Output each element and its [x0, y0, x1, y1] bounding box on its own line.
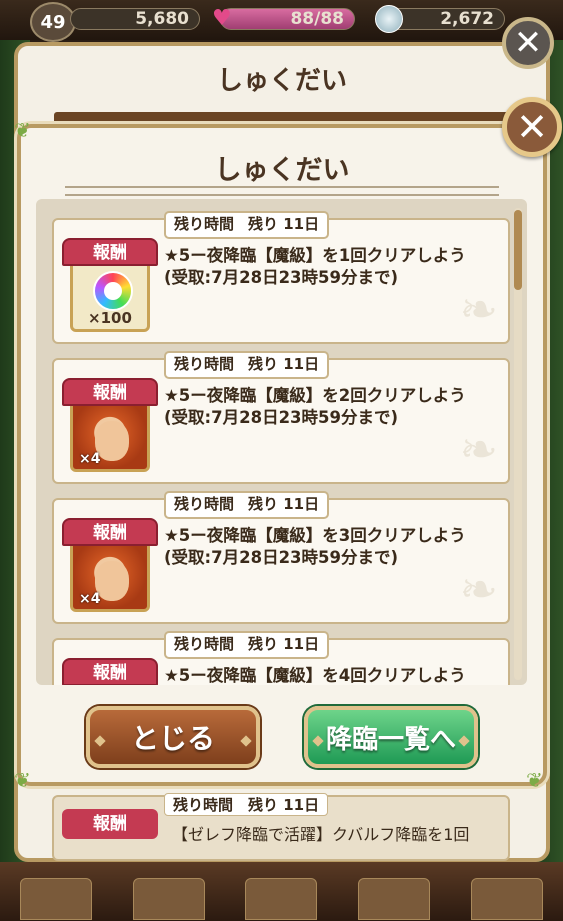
gem-counter: 2,672: [385, 8, 505, 30]
character-icon: ×4: [70, 400, 150, 472]
reward: 報酬: [62, 658, 158, 685]
time-value: 残り 11日: [248, 355, 320, 373]
dialog-title: しゅくだい: [214, 155, 350, 186]
title-divider: [65, 186, 499, 196]
time-value: 残り 11日: [248, 635, 320, 653]
mission-text: ★5ー夜降臨【魔級】を3回クリアしよう: [164, 526, 466, 545]
time-remaining-tag: 残り時間 残り 11日: [164, 351, 330, 379]
scrollbar-thumb[interactable]: [514, 210, 522, 290]
level-badge: 49: [30, 2, 76, 42]
back-time-remaining: 残り時間 残り 11日: [164, 793, 329, 816]
back-mission-item: 報酬 残り時間 残り 11日 【ゼレフ降臨で活躍】クバルフ降臨を1回: [52, 793, 510, 861]
mission-item[interactable]: 残り時間 残り 11日 ★5ー夜降臨【魔級】を2回クリアしよう (受取:7月28日…: [52, 351, 510, 484]
go-button-label: 降臨一覧へ: [325, 724, 456, 755]
close-button[interactable]: とじる: [86, 706, 260, 768]
mission-text: ★5ー夜降臨【魔級】を2回クリアしよう: [164, 386, 466, 405]
leaf-ornament-icon: ❦: [526, 768, 543, 792]
time-label: 残り時間: [174, 495, 235, 513]
reward: ×4 報酬: [62, 378, 158, 474]
time-remaining-tag: 残り時間 残り 11日: [164, 211, 330, 239]
reward: ×100 報酬: [62, 238, 158, 334]
back-reward-label: 報酬: [62, 809, 158, 839]
reward-count: ×4: [79, 451, 101, 467]
leaf-watermark-icon: ❧: [459, 282, 498, 336]
reward-count: ×100: [88, 309, 132, 327]
diamond-ornament-icon: [458, 735, 470, 747]
reward-count: ×4: [79, 591, 101, 607]
character-icon: ×4: [70, 540, 150, 612]
diamond-ornament-icon: [94, 735, 106, 747]
nav-tab[interactable]: [132, 878, 205, 920]
time-value: 残り 11日: [248, 495, 320, 513]
time-label: 残り時間: [174, 355, 235, 373]
nav-tab[interactable]: [358, 878, 431, 920]
diamond-ornament-icon: [240, 735, 252, 747]
time-remaining-tag: 残り時間 残り 11日: [164, 491, 330, 519]
partial-item-clip: 残り時間 残り 11日 ★5ー夜降臨【魔級】を4回クリアしよう 報酬: [36, 630, 514, 685]
time-value: 残り 11日: [248, 215, 320, 233]
reward-label: 報酬: [62, 238, 158, 266]
diamond-ornament-icon: [312, 735, 324, 747]
reward-label: 報酬: [62, 378, 158, 406]
back-close-icon[interactable]: ✕: [502, 17, 554, 69]
gem-icon: [375, 5, 403, 33]
nav-tab[interactable]: [470, 878, 543, 920]
leaf-ornament-icon: ❦: [14, 118, 31, 142]
close-button-label: とじる: [130, 722, 215, 755]
back-mission-text: 【ゼレフ降臨で活躍】クバルフ降臨を1回: [172, 825, 470, 844]
mission-item[interactable]: 残り時間 残り 11日 ★5ー夜降臨【魔級】を4回クリアしよう 報酬: [52, 631, 510, 685]
mission-deadline: (受取:7月28日23時59分まで): [164, 408, 399, 427]
close-icon[interactable]: ✕: [502, 97, 562, 157]
leaf-watermark-icon: ❧: [459, 422, 498, 476]
mission-item[interactable]: 残り時間 残り 11日 ★5ー夜降臨【魔級】を3回クリアしよう (受取:7月28日…: [52, 491, 510, 624]
reward-label: 報酬: [62, 658, 158, 685]
mission-item[interactable]: 残り時間 残り 11日 ★5ー夜降臨【魔級】を1回クリアしよう (受取:7月28日…: [52, 211, 510, 344]
mission-text: ★5ー夜降臨【魔級】を4回クリアしよう: [164, 666, 466, 685]
time-remaining-tag: 残り時間 残り 11日: [164, 631, 330, 659]
go-to-advent-list-button[interactable]: 降臨一覧へ: [304, 706, 478, 768]
mission-deadline: (受取:7月28日23時59分まで): [164, 268, 399, 287]
reward-label: 報酬: [62, 518, 158, 546]
time-label: 残り時間: [174, 215, 235, 233]
time-label: 残り時間: [174, 635, 235, 653]
reward: ×4 報酬: [62, 518, 158, 614]
back-dialog-title: しゅくだい: [216, 66, 347, 96]
orb-icon: ×100: [70, 260, 150, 332]
stamina-bar: 88/88: [220, 8, 355, 30]
mission-text: ★5ー夜降臨【魔級】を1回クリアしよう: [164, 246, 466, 265]
nav-tab[interactable]: [20, 878, 93, 920]
bottom-nav-tabs: [0, 878, 563, 921]
stat-counter: 5,680: [70, 8, 200, 30]
heart-icon: ♥: [212, 6, 232, 31]
mission-deadline: (受取:7月28日23時59分まで): [164, 548, 399, 567]
nav-tab[interactable]: [245, 878, 318, 920]
leaf-watermark-icon: ❧: [459, 562, 498, 616]
leaf-ornament-icon: ❦: [14, 768, 31, 792]
